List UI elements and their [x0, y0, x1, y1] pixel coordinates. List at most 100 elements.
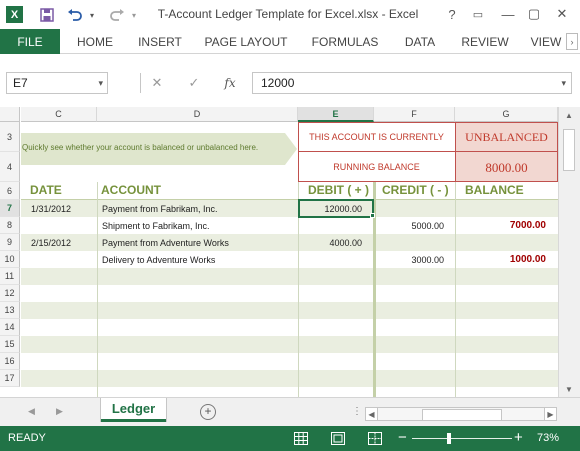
scroll-left-icon[interactable]: ◀ [365, 407, 378, 421]
row-header[interactable]: 15 [0, 336, 20, 353]
entry-account[interactable]: Payment from Fabrikam, Inc. [102, 204, 218, 214]
tab-insert[interactable]: INSERT [132, 29, 188, 54]
row-header[interactable]: 11 [0, 268, 20, 285]
row-header[interactable]: 6 [0, 182, 20, 200]
zoom-slider[interactable] [412, 438, 512, 439]
expand-formula-bar-icon[interactable]: ▾ [561, 73, 566, 93]
column-header-g[interactable]: G [455, 107, 558, 122]
column-header-c[interactable]: C [21, 107, 97, 122]
ribbon-display-icon[interactable]: ▭ [466, 4, 490, 24]
entry-debit[interactable]: 12000.00 [300, 204, 362, 214]
row-header[interactable]: 16 [0, 353, 20, 370]
entry-credit[interactable]: 3000.00 [376, 255, 444, 265]
entry-debit[interactable]: 4000.00 [300, 238, 362, 248]
date-column-header: DATE [30, 183, 62, 197]
cancel-icon[interactable]: ✕ [144, 72, 170, 94]
entry-balance[interactable]: 7000.00 [456, 220, 546, 231]
formula-input[interactable]: 12000 ▾ [252, 72, 572, 94]
ledger-row-band [21, 370, 558, 387]
minimize-icon[interactable]: — [496, 4, 520, 24]
scroll-down-icon[interactable]: ▼ [563, 383, 575, 395]
row-header[interactable]: 9 [0, 234, 20, 251]
tab-review[interactable]: REVIEW [456, 29, 514, 54]
tab-view[interactable]: VIEW [526, 29, 566, 54]
help-icon[interactable]: ? [440, 4, 464, 24]
zoom-level[interactable]: 73% [537, 432, 559, 444]
entry-balance[interactable]: 1000.00 [456, 254, 546, 265]
status-bar: READY − + 73% [0, 426, 580, 451]
page-layout-view-icon[interactable] [331, 432, 345, 445]
row-header[interactable]: 3 [0, 122, 20, 152]
entry-account[interactable]: Payment from Adventure Works [102, 238, 229, 248]
sheet-tab-ledger[interactable]: Ledger [101, 398, 166, 422]
zoom-out-button[interactable]: − [398, 429, 407, 446]
tab-file[interactable]: FILE [0, 29, 60, 54]
worksheet-grid[interactable]: C D E F G 3 4 6 7 8 9 10 11 12 13 14 15 … [0, 107, 580, 397]
previous-sheet-icon[interactable]: ◀ [28, 406, 35, 417]
row-header[interactable]: 17 [0, 370, 20, 387]
redo-icon[interactable] [106, 5, 128, 25]
row-header[interactable]: 10 [0, 251, 20, 268]
row-header[interactable]: 14 [0, 319, 20, 336]
tab-page-layout[interactable]: PAGE LAYOUT [200, 29, 292, 54]
column-header-f[interactable]: F [374, 107, 455, 122]
horizontal-scroll-track[interactable] [378, 407, 544, 421]
zoom-slider-thumb[interactable] [447, 433, 451, 444]
horizontal-scrollbar[interactable]: ◀ ▶ [365, 407, 557, 421]
name-box-dropdown-icon[interactable]: ▾ [98, 73, 103, 93]
name-box[interactable]: E7 ▾ [6, 72, 108, 94]
undo-dropdown-icon[interactable]: ▾ [86, 5, 98, 25]
vertical-scroll-thumb[interactable] [563, 129, 575, 171]
fill-handle[interactable] [370, 213, 375, 218]
entry-date[interactable]: 2/15/2012 [31, 238, 71, 248]
tab-home[interactable]: HOME [68, 29, 122, 54]
sheet-splitter-icon[interactable]: ⋮ [352, 406, 362, 417]
scroll-up-icon[interactable]: ▲ [563, 109, 575, 121]
enter-icon[interactable]: ✓ [181, 72, 207, 94]
excel-logo-icon[interactable]: X [6, 6, 23, 23]
window-title: T-Account Ledger Template for Excel.xlsx… [157, 7, 419, 21]
tab-formulas[interactable]: FORMULAS [305, 29, 385, 54]
entry-date[interactable]: 1/31/2012 [31, 204, 71, 214]
maximize-icon[interactable]: ▢ [522, 4, 546, 24]
page-break-preview-icon[interactable] [368, 432, 382, 445]
scroll-right-icon[interactable]: ▶ [544, 407, 557, 421]
select-all-corner[interactable] [0, 107, 20, 122]
vertical-scrollbar[interactable]: ▲ ▼ [558, 107, 580, 397]
column-header-e[interactable]: E [298, 107, 374, 122]
formula-bar-area: E7 ▾ ✕ ✓ fx 12000 ▾ [0, 55, 580, 107]
entry-credit[interactable]: 5000.00 [376, 221, 444, 231]
credit-column-header: CREDIT ( - ) [382, 183, 449, 197]
entry-account[interactable]: Shipment to Fabrikam, Inc. [102, 221, 210, 231]
status-ready: READY [8, 432, 46, 444]
row-header[interactable]: 8 [0, 217, 20, 234]
ribbon-scroll-right-icon[interactable]: › [566, 33, 578, 50]
formula-divider [140, 73, 141, 93]
add-sheet-button[interactable]: + [200, 404, 216, 420]
save-icon[interactable] [38, 5, 56, 25]
ledger-row-band [21, 336, 558, 353]
name-box-value: E7 [13, 76, 28, 90]
row-header[interactable]: 13 [0, 302, 20, 319]
insert-function-icon[interactable]: fx [217, 72, 243, 94]
next-sheet-icon[interactable]: ▶ [56, 406, 63, 417]
row-header[interactable]: 4 [0, 152, 20, 182]
normal-view-icon[interactable] [294, 432, 308, 445]
row-header[interactable]: 12 [0, 285, 20, 302]
ledger-row-band [21, 268, 558, 285]
account-column-header: ACCOUNT [101, 183, 161, 197]
status-value: UNBALANCED [465, 130, 548, 144]
close-icon[interactable]: ✕ [550, 4, 574, 24]
entry-account[interactable]: Delivery to Adventure Works [102, 255, 215, 265]
horizontal-scroll-thumb[interactable] [422, 409, 502, 421]
undo-icon[interactable] [64, 5, 86, 25]
column-header-d[interactable]: D [97, 107, 298, 122]
zoom-in-button[interactable]: + [514, 429, 523, 446]
row-header-selected[interactable]: 7 [0, 200, 20, 217]
running-balance-value: 8000.00 [485, 160, 528, 175]
ribbon-tabs: FILE HOME INSERT PAGE LAYOUT FORMULAS DA… [0, 29, 580, 54]
status-label: THIS ACCOUNT IS CURRENTLY [309, 132, 444, 142]
title-bar: X ▾ ▾ T-Account Ledger Template for Exce… [0, 0, 580, 29]
tab-data[interactable]: DATA [397, 29, 443, 54]
sheet-tab-bar: ◀ ▶ Ledger + ⋮ ◀ ▶ [0, 397, 580, 426]
